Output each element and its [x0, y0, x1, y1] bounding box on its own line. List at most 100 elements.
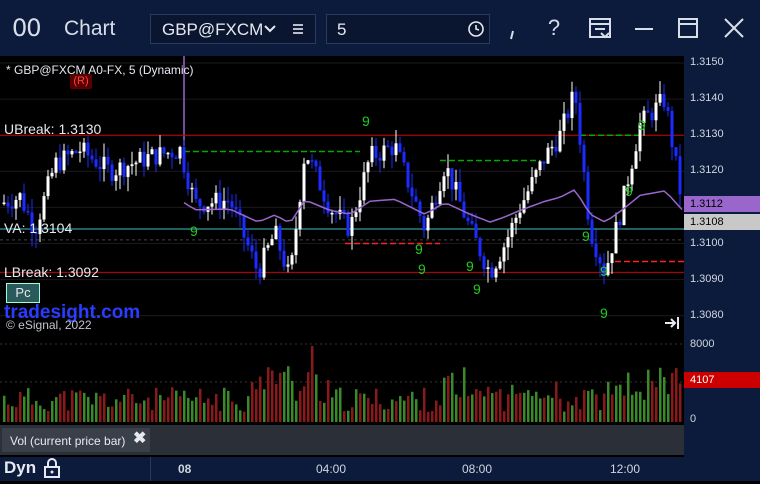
candle-body: [514, 217, 518, 223]
volume-bar: [51, 400, 54, 422]
volume-bar: [331, 397, 334, 422]
volume-bar: [399, 396, 402, 422]
candle-body: [590, 219, 594, 244]
price-axis[interactable]: [684, 56, 760, 457]
candle-body: [350, 216, 354, 236]
candle-body: [150, 149, 154, 155]
candle-body: [230, 201, 234, 208]
volume-bar: [107, 406, 110, 422]
minimize-icon[interactable]: [628, 12, 660, 44]
time-label-08: 08: [178, 462, 192, 476]
sequential-count-label: 9: [473, 281, 481, 297]
volume-bar: [667, 394, 670, 422]
candle-body: [334, 212, 338, 215]
lock-icon[interactable]: [42, 457, 62, 484]
volume-bar: [343, 411, 346, 422]
goto-end-icon[interactable]: [664, 316, 680, 333]
volume-bar: [463, 367, 466, 422]
price-axis-label: 1.3140: [690, 92, 724, 105]
dynamic-button[interactable]: Dyn: [4, 458, 36, 478]
volume-bar: [99, 396, 102, 422]
volume-bar: [7, 404, 10, 422]
volume-bar: [491, 393, 494, 422]
candle-body: [482, 256, 486, 269]
volume-bar: [575, 396, 578, 422]
interval-selector[interactable]: 5: [326, 14, 490, 44]
volume-bar: [415, 399, 418, 422]
chevron-down-icon[interactable]: [263, 18, 277, 43]
volume-bar: [59, 393, 62, 422]
maximize-icon[interactable]: [672, 12, 704, 44]
volume-bar: [375, 388, 378, 422]
volume-bar: [255, 389, 258, 422]
candle-body: [14, 199, 18, 209]
volume-bar: [63, 391, 66, 422]
volume-bar: [251, 382, 254, 422]
clock-icon[interactable]: [467, 19, 485, 44]
volume-bar: [263, 389, 266, 422]
time-axis[interactable]: [0, 457, 760, 481]
candle-body: [530, 177, 534, 192]
volume-study-tab[interactable]: Vol (current price bar) ✖: [2, 428, 150, 452]
volume-bar: [231, 401, 234, 422]
help-icon[interactable]: ?: [538, 12, 570, 44]
link-icon[interactable]: [498, 12, 530, 44]
volume-bar: [295, 400, 298, 422]
candle-body: [438, 191, 442, 205]
volume-bar: [519, 392, 522, 422]
candle-body: [510, 222, 514, 238]
volume-bar: [671, 373, 674, 422]
symbol-menu-icon[interactable]: [291, 19, 305, 44]
candle-body: [650, 112, 654, 121]
candle-body: [378, 157, 382, 161]
pc-button[interactable]: Pc: [6, 283, 40, 303]
candle-body: [138, 151, 142, 163]
volume-bar: [307, 372, 310, 422]
candle-body: [506, 237, 510, 248]
volume-bar: [511, 384, 514, 422]
close-icon[interactable]: [718, 12, 750, 44]
volume-bar: [395, 401, 398, 422]
candle-body: [18, 193, 22, 200]
volume-bar: [635, 391, 638, 422]
candle-body: [146, 154, 150, 167]
volume-bar: [183, 390, 186, 422]
candle-body: [470, 221, 474, 224]
candle-body: [182, 146, 186, 173]
interval-input[interactable]: 5: [337, 20, 346, 40]
volume-bar: [227, 390, 230, 422]
volume-bar: [599, 410, 602, 422]
time-label-1200: 12:00: [610, 462, 641, 476]
candle-body: [382, 145, 386, 161]
price-axis-label: 1.3090: [690, 272, 724, 285]
volume-chart[interactable]: [0, 336, 684, 425]
volume-bar: [563, 411, 566, 422]
layout-icon[interactable]: [584, 12, 616, 44]
close-study-icon[interactable]: ✖: [133, 428, 146, 448]
volume-bar: [283, 371, 286, 422]
candle-body: [26, 210, 30, 213]
candle-body: [42, 196, 46, 220]
candle-body: [54, 157, 58, 173]
volume-bar: [291, 380, 294, 422]
candle-body: [326, 201, 330, 213]
candle-body: [446, 168, 450, 177]
chart-header: * GBP@FXCM A0-FX, 5 (Dynamic): [6, 63, 194, 77]
candle-body: [646, 110, 650, 113]
volume-bar: [267, 367, 270, 422]
volume-bar: [203, 402, 206, 422]
price-axis-label: 1.3080: [690, 308, 724, 321]
symbol-selector[interactable]: GBP@FXCM: [150, 14, 316, 44]
volume-bar: [387, 408, 390, 422]
candle-body: [186, 172, 190, 190]
price-chart[interactable]: 9 9 9 9 9 9 9 9 9 9 9: [0, 56, 684, 336]
candle-body: [226, 200, 230, 203]
copyright-text: © eSignal, 2022: [6, 318, 92, 332]
candle-body: [122, 162, 126, 177]
candle-body: [462, 201, 466, 218]
candle-body: [306, 160, 310, 164]
candle-body: [162, 147, 166, 154]
volume-bar: [103, 393, 106, 422]
symbol-input[interactable]: GBP@FXCM: [162, 20, 262, 40]
candle-body: [118, 162, 122, 176]
